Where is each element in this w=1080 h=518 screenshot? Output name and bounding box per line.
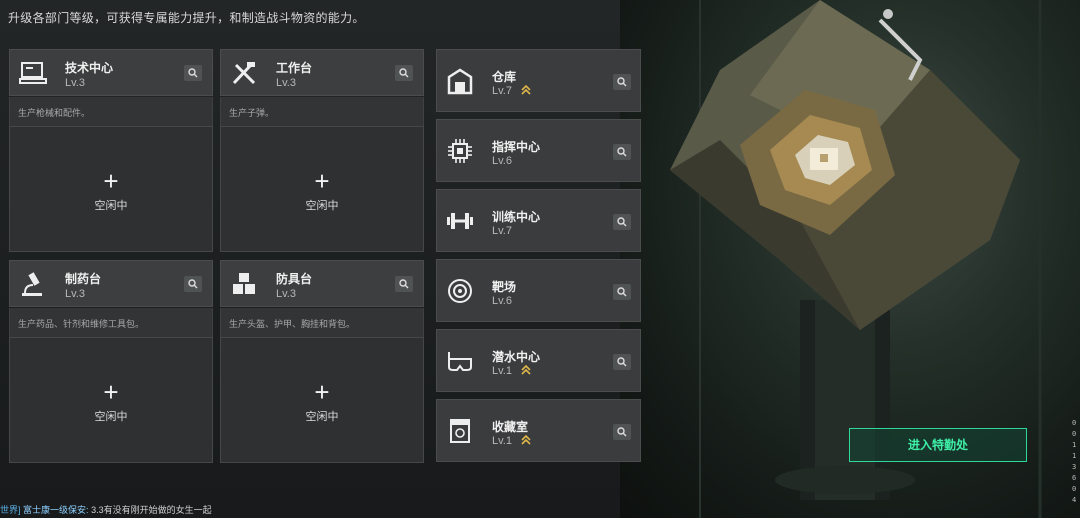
chat-sender: 富士康一级保安: [23, 505, 89, 515]
enter-special-ops-button[interactable]: 进入特勤处 [849, 428, 1027, 462]
facility-card-header[interactable]: 工作台 Lv.3 [220, 49, 424, 96]
facility-name: 仓库 [492, 70, 517, 84]
side-number-column: 0 0 1 1 3 6 0 4 [1072, 418, 1078, 506]
slot-status: 空闲中 [305, 411, 339, 423]
facility-description: 生产头盔、护甲、胸挂和背包。 [220, 308, 424, 337]
facility-card-tech-center[interactable]: 技术中心 Lv.3 生产枪械和配件。 + 空闲中 [9, 49, 213, 252]
facility-name: 指挥中心 [492, 140, 541, 154]
warehouse-icon [447, 68, 473, 95]
side-number: 0 [1072, 485, 1077, 493]
facility-level: Lv.6 [492, 295, 512, 307]
facility-card-header[interactable]: 技术中心 Lv.3 [9, 49, 213, 96]
search-icon[interactable] [395, 276, 413, 292]
upgrade-arrow-icon [521, 84, 531, 95]
facility-name: 训练中心 [492, 210, 541, 224]
slot-status: 空闲中 [305, 200, 339, 212]
facility-name: 技术中心 [65, 61, 114, 75]
facility-level: Lv.3 [65, 288, 85, 300]
side-number: 4 [1072, 496, 1077, 504]
facility-level: Lv.3 [276, 77, 296, 89]
slot-status: 空闲中 [94, 200, 128, 212]
production-slot-empty[interactable]: + 空闲中 [220, 337, 424, 463]
facility-level: Lv.1 [492, 365, 512, 377]
side-number: 1 [1072, 441, 1077, 449]
facility-card-pharmacy[interactable]: 制药台 Lv.3 生产药品、针剂和维修工具包。 + 空闲中 [9, 260, 213, 463]
facility-row-diving-center[interactable]: 潜水中心 Lv.1 [436, 329, 641, 392]
facility-row-command-center[interactable]: 指挥中心 Lv.6 [436, 119, 641, 182]
facility-row-training-center[interactable]: 训练中心 Lv.7 [436, 189, 641, 252]
side-number: 1 [1072, 452, 1077, 460]
facility-card-armor-bench[interactable]: 防具台 Lv.3 生产头盔、护甲、胸挂和背包。 + 空闲中 [220, 260, 424, 463]
cubes-icon [233, 273, 255, 294]
monitor-icon [19, 62, 47, 84]
facility-row-shooting-range[interactable]: 靶场 Lv.6 [436, 259, 641, 322]
world-chat-line[interactable]: 世界] 富士康一级保安: 3.3有没有刚开始做的女生一起 [0, 503, 212, 516]
side-number: 0 [1072, 419, 1077, 427]
add-icon: + [103, 166, 119, 196]
facility-card-header[interactable]: 防具台 Lv.3 [220, 260, 424, 307]
facility-card-workbench[interactable]: 工作台 Lv.3 生产子弹。 + 空闲中 [220, 49, 424, 252]
page-description: 升级各部门等级，可获得专属能力提升，和制造战斗物资的能力。 [8, 11, 365, 25]
facility-level: Lv.7 [492, 85, 512, 97]
search-icon[interactable] [184, 65, 202, 81]
production-slot-empty[interactable]: + 空闲中 [9, 126, 213, 252]
upgrade-arrow-icon [521, 434, 531, 445]
chip-icon [448, 139, 472, 163]
search-icon[interactable] [184, 276, 202, 292]
facility-level: Lv.3 [276, 288, 296, 300]
trophy-case-icon [450, 419, 470, 443]
facility-name: 靶场 [492, 280, 517, 294]
production-slot-empty[interactable]: + 空闲中 [9, 337, 213, 463]
microscope-icon [22, 272, 42, 296]
facility-description: 生产枪械和配件。 [9, 97, 213, 126]
production-slot-empty[interactable]: + 空闲中 [220, 126, 424, 252]
add-icon: + [314, 377, 330, 407]
search-icon[interactable] [613, 424, 631, 440]
search-icon[interactable] [613, 74, 631, 90]
facility-row-warehouse[interactable]: 仓库 Lv.7 [436, 49, 641, 112]
search-icon[interactable] [613, 284, 631, 300]
upgrade-arrow-icon [521, 364, 531, 375]
search-icon[interactable] [395, 65, 413, 81]
facility-description: 生产药品、针剂和维修工具包。 [9, 308, 213, 337]
dumbbell-icon [447, 213, 473, 229]
facility-level: Lv.1 [492, 435, 512, 447]
add-icon: + [314, 166, 330, 196]
facility-name: 收藏室 [492, 420, 529, 434]
facility-name: 工作台 [276, 61, 313, 75]
chat-message: 3.3有没有刚开始做的女生一起 [91, 505, 212, 515]
search-icon[interactable] [613, 144, 631, 160]
add-icon: + [103, 377, 119, 407]
side-number: 0 [1072, 430, 1077, 438]
facility-description: 生产子弹。 [220, 97, 424, 126]
facility-card-header[interactable]: 制药台 Lv.3 [9, 260, 213, 307]
side-number: 3 [1072, 463, 1077, 471]
facility-level: Lv.7 [492, 225, 512, 237]
facility-row-collection-room[interactable]: 收藏室 Lv.1 [436, 399, 641, 462]
facility-name: 防具台 [276, 272, 313, 286]
target-icon [448, 279, 472, 303]
slot-status: 空闲中 [94, 411, 128, 423]
diving-mask-icon [448, 352, 472, 371]
search-icon[interactable] [613, 214, 631, 230]
side-number: 6 [1072, 474, 1077, 482]
facility-name: 制药台 [65, 272, 102, 286]
facility-level: Lv.3 [65, 77, 85, 89]
chat-channel: 世界] [0, 505, 21, 515]
tools-icon [232, 62, 256, 85]
facility-name: 潜水中心 [492, 350, 541, 364]
search-icon[interactable] [613, 354, 631, 370]
facility-level: Lv.6 [492, 155, 512, 167]
